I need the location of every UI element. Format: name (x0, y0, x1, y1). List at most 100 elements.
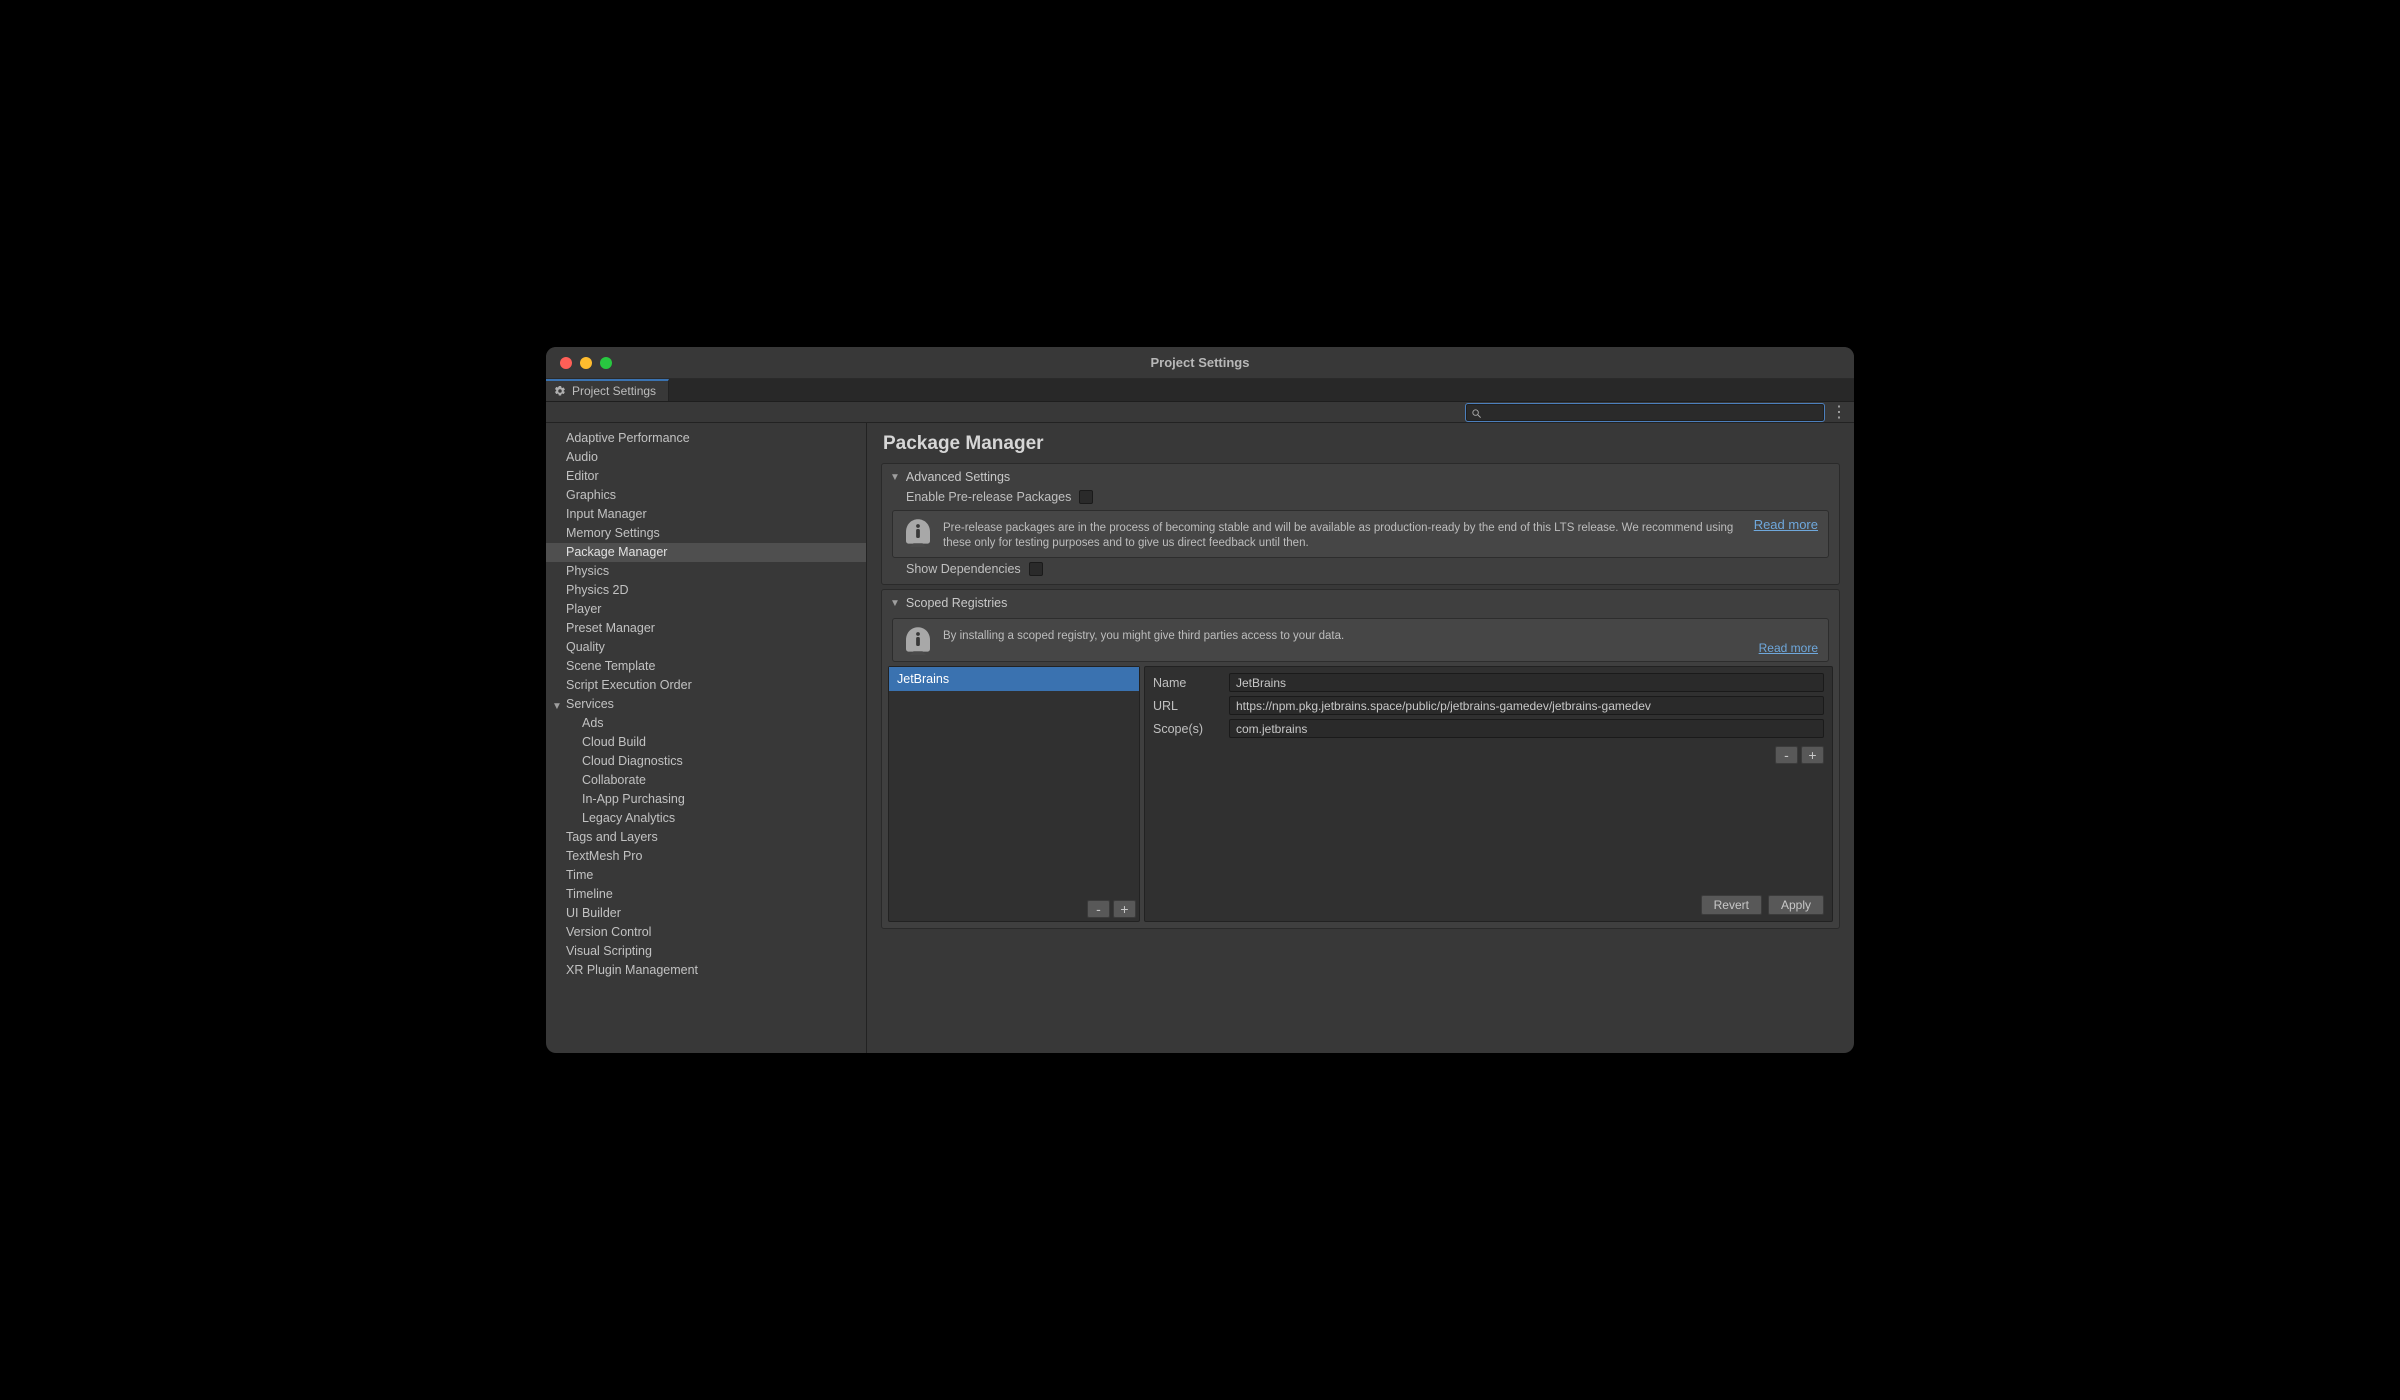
show-dependencies-label: Show Dependencies (906, 562, 1021, 576)
show-dependencies-checkbox[interactable] (1029, 562, 1043, 576)
search-input[interactable] (1486, 406, 1819, 418)
sidebar-item-package-manager[interactable]: Package Manager (546, 543, 866, 562)
sidebar-item-xr-plugin-management[interactable]: XR Plugin Management (546, 961, 866, 980)
scoped-info-text: By installing a scoped registry, you mig… (943, 625, 1344, 644)
toolbar: ⋮ (546, 402, 1854, 423)
sidebar-item-player[interactable]: Player (546, 600, 866, 619)
enable-prerelease-checkbox[interactable] (1079, 490, 1093, 504)
sidebar-item-adaptive-performance[interactable]: Adaptive Performance (546, 429, 866, 448)
info-icon (903, 517, 933, 547)
name-field-row: Name (1153, 673, 1824, 692)
sidebar-item-preset-manager[interactable]: Preset Manager (546, 619, 866, 638)
sidebar-item-label: Audio (566, 450, 598, 464)
more-options-button[interactable]: ⋮ (1830, 403, 1848, 421)
sidebar-item-scene-template[interactable]: Scene Template (546, 657, 866, 676)
sidebar-item-visual-scripting[interactable]: Visual Scripting (546, 942, 866, 961)
sidebar-item-cloud-build[interactable]: Cloud Build (546, 733, 866, 752)
page-title: Package Manager (881, 433, 1840, 455)
project-settings-window: Project Settings Project Settings ⋮ Adap… (546, 347, 1854, 1053)
sidebar-item-label: Package Manager (566, 545, 667, 559)
search-field[interactable] (1466, 404, 1824, 421)
sidebar-item-label: Preset Manager (566, 621, 655, 635)
sidebar-item-legacy-analytics[interactable]: Legacy Analytics (546, 809, 866, 828)
sidebar-item-physics-2d[interactable]: Physics 2D (546, 581, 866, 600)
sidebar-item-label: Player (566, 602, 601, 616)
add-scope-button[interactable]: + (1801, 746, 1824, 764)
add-registry-button[interactable]: + (1113, 900, 1136, 918)
show-dependencies-row: Show Dependencies (888, 560, 1833, 578)
sidebar-item-memory-settings[interactable]: Memory Settings (546, 524, 866, 543)
sidebar-item-ads[interactable]: Ads (546, 714, 866, 733)
sidebar-item-timeline[interactable]: Timeline (546, 885, 866, 904)
sidebar-item-ui-builder[interactable]: UI Builder (546, 904, 866, 923)
sidebar-item-script-execution-order[interactable]: Script Execution Order (546, 676, 866, 695)
sidebar-item-physics[interactable]: Physics (546, 562, 866, 581)
sidebar-item-label: Ads (582, 716, 604, 730)
sidebar-item-label: Physics (566, 564, 609, 578)
sidebar-item-in-app-purchasing[interactable]: In-App Purchasing (546, 790, 866, 809)
scopes-field-row: Scope(s) (1153, 719, 1824, 738)
apply-button[interactable]: Apply (1768, 895, 1824, 915)
sidebar-item-services[interactable]: ▼ Services (546, 695, 866, 714)
body: Adaptive Performance Audio Editor Graphics I… (546, 423, 1854, 1053)
gear-icon (554, 385, 566, 397)
advanced-settings-header[interactable]: ▼ Advanced Settings (888, 468, 1833, 488)
scoped-registries-header[interactable]: ▼ Scoped Registries (888, 594, 1833, 614)
sidebar-item-graphics[interactable]: Graphics (546, 486, 866, 505)
sidebar-item-label: Collaborate (582, 773, 646, 787)
sidebar-item-editor[interactable]: Editor (546, 467, 866, 486)
sidebar-item-label: Services (566, 697, 614, 711)
name-input[interactable] (1229, 673, 1824, 692)
advanced-settings-panel: ▼ Advanced Settings Enable Pre-release P… (881, 463, 1840, 585)
sidebar-item-label: Cloud Build (582, 735, 646, 749)
sidebar-item-label: Time (566, 868, 593, 882)
scoped-registries-title: Scoped Registries (906, 596, 1007, 610)
sidebar-item-label: Legacy Analytics (582, 811, 675, 825)
scoped-info-box: By installing a scoped registry, you mig… (892, 618, 1829, 662)
sidebar-item-label: Visual Scripting (566, 944, 652, 958)
prerelease-read-more-link[interactable]: Read more (1754, 517, 1818, 532)
sidebar-item-collaborate[interactable]: Collaborate (546, 771, 866, 790)
scopes-input[interactable] (1229, 719, 1824, 738)
enable-prerelease-row: Enable Pre-release Packages (888, 488, 1833, 506)
scoped-read-more-link[interactable]: Read more (1759, 641, 1818, 655)
sidebar-item-textmesh-pro[interactable]: TextMesh Pro (546, 847, 866, 866)
sidebar-item-time[interactable]: Time (546, 866, 866, 885)
prerelease-info-box: Pre-release packages are in the process … (892, 510, 1829, 558)
sidebar-item-version-control[interactable]: Version Control (546, 923, 866, 942)
url-input[interactable] (1229, 696, 1824, 715)
revert-button[interactable]: Revert (1701, 895, 1762, 915)
sidebar-item-label: Input Manager (566, 507, 647, 521)
tree-arrow-icon: ▼ (552, 698, 562, 715)
prerelease-info-text: Pre-release packages are in the process … (943, 517, 1818, 551)
titlebar: Project Settings (546, 347, 1854, 379)
sidebar-item-label: Script Execution Order (566, 678, 692, 692)
sidebar-item-label: Cloud Diagnostics (582, 754, 683, 768)
sidebar-item-label: Memory Settings (566, 526, 660, 540)
sidebar-item-input-manager[interactable]: Input Manager (546, 505, 866, 524)
collapse-arrow-icon: ▼ (890, 472, 900, 483)
sidebar-item-audio[interactable]: Audio (546, 448, 866, 467)
sidebar-item-label: Scene Template (566, 659, 655, 673)
url-field-row: URL (1153, 696, 1824, 715)
sidebar-item-label: Physics 2D (566, 583, 629, 597)
sidebar-item-cloud-diagnostics[interactable]: Cloud Diagnostics (546, 752, 866, 771)
search-icon (1471, 407, 1482, 418)
tab-project-settings[interactable]: Project Settings (546, 379, 669, 401)
sidebar-item-label: Timeline (566, 887, 613, 901)
remove-registry-button[interactable]: - (1087, 900, 1110, 918)
tab-bar: Project Settings (546, 379, 1854, 402)
sidebar-item-label: TextMesh Pro (566, 849, 642, 863)
remove-scope-button[interactable]: - (1775, 746, 1798, 764)
sidebar-item-quality[interactable]: Quality (546, 638, 866, 657)
sidebar-item-label: Adaptive Performance (566, 431, 690, 445)
sidebar-item-label: Graphics (566, 488, 616, 502)
sidebar-item-label: Quality (566, 640, 605, 654)
registry-list-items: JetBrains (889, 667, 1139, 897)
registry-list-buttons: - + (889, 897, 1139, 921)
registry-item-jetbrains[interactable]: JetBrains (889, 667, 1139, 691)
sidebar-item-tags-and-layers[interactable]: Tags and Layers (546, 828, 866, 847)
sidebar-item-label: In-App Purchasing (582, 792, 685, 806)
settings-sidebar: Adaptive Performance Audio Editor Graphics I… (546, 423, 867, 1053)
scoped-registries-panel: ▼ Scoped Registries By installing a scop… (881, 589, 1840, 929)
